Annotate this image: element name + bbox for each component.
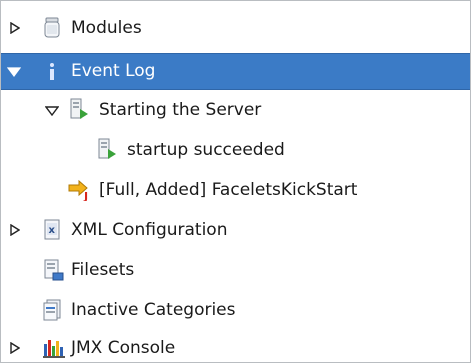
info-icon (45, 62, 65, 84)
collapsed-arrow-icon[interactable] (8, 21, 22, 35)
jmx-bars-icon (43, 338, 67, 360)
server-start-icon (70, 98, 90, 120)
document-icon (43, 299, 63, 321)
expanded-arrow-icon[interactable] (45, 104, 59, 118)
collapsed-arrow-icon[interactable] (8, 223, 22, 237)
tree-item-faceletskickstart[interactable]: J [Full, Added] FaceletsKickStart (1, 173, 470, 207)
tree-item-label: [Full, Added] FaceletsKickStart (99, 180, 358, 200)
tree-item-label: Modules (71, 18, 142, 38)
tree-item-label: XML Configuration (71, 220, 228, 240)
tree-item-filesets[interactable]: Filesets (1, 253, 470, 287)
collapsed-arrow-icon[interactable] (8, 341, 22, 355)
tree-item-label: JMX Console (71, 338, 176, 358)
tree-item-label: Event Log (71, 61, 156, 81)
deploy-arrow-icon: J (68, 179, 94, 203)
tree-item-starting-server[interactable]: Starting the Server (1, 93, 470, 127)
jar-icon (43, 17, 63, 39)
expanded-arrow-icon[interactable] (7, 65, 21, 79)
tree-item-event-log[interactable]: Event Log (1, 53, 470, 90)
tree-item-startup-succeeded[interactable]: startup succeeded (1, 133, 470, 167)
tree-item-modules[interactable]: Modules (1, 11, 470, 45)
svg-text:x: x (49, 225, 56, 236)
xml-file-icon: x (43, 219, 63, 241)
tree-item-label: Filesets (71, 260, 135, 280)
tree-item-label: Inactive Categories (71, 300, 236, 320)
tree-item-label: startup succeeded (127, 140, 285, 160)
svg-text:J: J (83, 190, 88, 201)
fileset-icon (43, 259, 64, 281)
tree-item-label: Starting the Server (99, 100, 262, 120)
server-start-icon (98, 138, 118, 160)
tree-item-inactive-categories[interactable]: Inactive Categories (1, 293, 470, 327)
tree-item-xml-configuration[interactable]: x XML Configuration (1, 213, 470, 247)
server-tree-view: Modules Event Log Starting the Server st… (0, 0, 471, 363)
tree-item-jmx-console[interactable]: JMX Console (1, 331, 470, 362)
